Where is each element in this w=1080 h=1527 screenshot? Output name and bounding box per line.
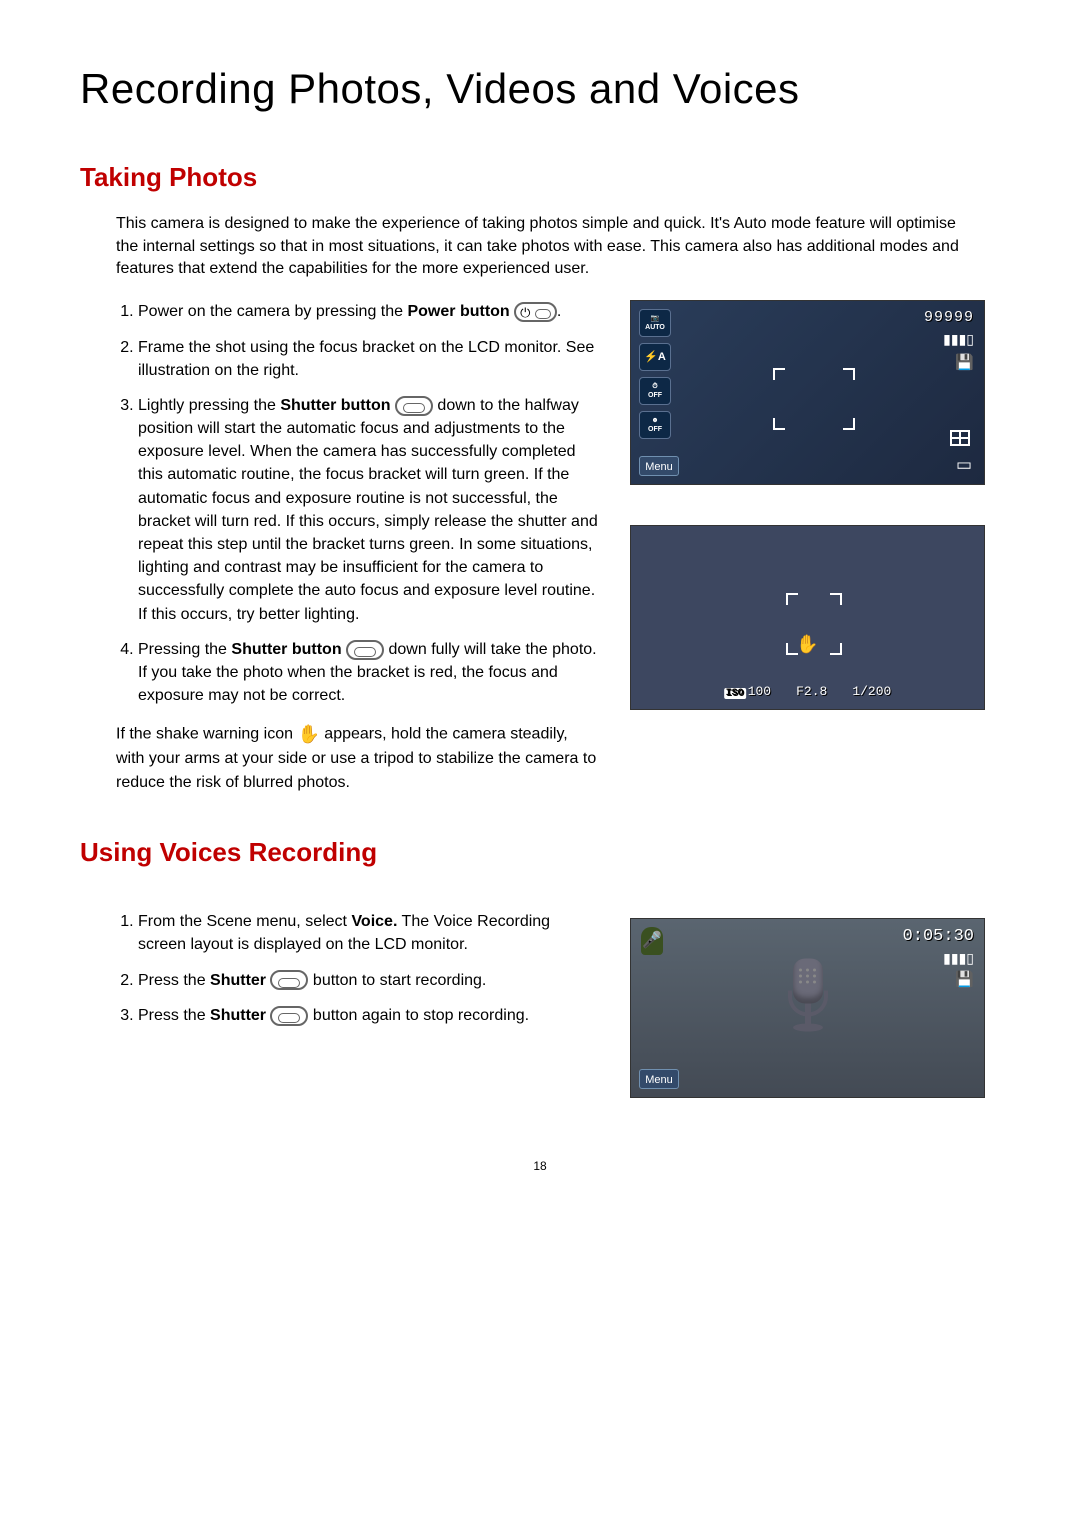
- recording-timer: 0:05:30: [903, 925, 974, 949]
- shake-warning-note: If the shake warning icon ✋ appears, hol…: [116, 721, 600, 793]
- shutter-speed-value: 1/200: [852, 683, 891, 701]
- step-2: Frame the shot using the focus bracket o…: [138, 336, 600, 382]
- voice-step-3: Press the Shutter button again to stop r…: [138, 1004, 600, 1027]
- shutter-label: Shutter: [210, 1007, 266, 1024]
- power-button-label: Power button: [407, 303, 509, 320]
- step-3-text-a: Lightly pressing the: [138, 397, 280, 414]
- menu-button: Menu: [639, 1069, 679, 1089]
- step-1: Power on the camera by pressing the Powe…: [138, 300, 600, 323]
- shake-warning-icon: ✋: [297, 721, 319, 747]
- lcd-preview-photo: 📷AUTO ⚡A ⏱OFF ☻OFF Menu 99999 ▮▮▮▯ 💾 ▭: [630, 300, 985, 485]
- voice-step-2: Press the Shutter button to start record…: [138, 969, 600, 992]
- step-4-text-a: Pressing the: [138, 641, 231, 658]
- voice-bold: Voice.: [351, 913, 397, 930]
- flash-auto-icon: ⚡A: [639, 343, 671, 371]
- shutter-label: Shutter: [210, 972, 266, 989]
- shake-warning-icon-lcd: ✋: [796, 632, 818, 657]
- shutter-button-icon: [270, 970, 308, 990]
- step-1-text-a: Power on the camera by pressing the: [138, 303, 407, 320]
- voice-step-1: From the Scene menu, select Voice. The V…: [138, 910, 600, 956]
- iso-value: ISO100: [724, 683, 771, 701]
- battery-icon: ▮▮▮▯: [943, 949, 974, 969]
- intro-paragraph: This camera is designed to make the expe…: [116, 213, 964, 280]
- shutter-button-icon: [270, 1006, 308, 1026]
- microphone-graphic: [778, 959, 838, 1049]
- step-1-text-c: .: [557, 303, 561, 320]
- page-title: Recording Photos, Videos and Voices: [80, 60, 1000, 119]
- step-3-text-c: down to the halfway position will start …: [138, 397, 598, 623]
- shots-remaining: 99999: [924, 307, 974, 328]
- mode-auto-icon: 📷AUTO: [639, 309, 671, 337]
- section-heading-taking-photos: Taking Photos: [80, 159, 1000, 195]
- shake-note-a: If the shake warning icon: [116, 726, 297, 743]
- lcd-preview-halfpress: ✋ ISO100 F2.8 1/200: [630, 525, 985, 710]
- step-3: Lightly pressing the Shutter button down…: [138, 394, 600, 626]
- shutter-button-label-2: Shutter button: [231, 641, 341, 658]
- page-number: 18: [80, 1158, 1000, 1175]
- selftimer-off-icon: ⏱OFF: [639, 377, 671, 405]
- face-off-icon: ☻OFF: [639, 411, 671, 439]
- power-button-icon: ⏻: [514, 302, 557, 322]
- step-4: Pressing the Shutter button down fully w…: [138, 638, 600, 708]
- shutter-button-icon: [395, 396, 433, 416]
- card-icon: 💾: [924, 352, 974, 373]
- aspect-icon: ▭: [956, 453, 974, 477]
- lcd-voice-recording: 🎤 0:05:30 ▮▮▮▯ 💾 Menu: [630, 918, 985, 1098]
- af-point-indicator: [950, 430, 970, 446]
- battery-icon: ▮▮▮▯: [924, 330, 974, 350]
- menu-button: Menu: [639, 456, 679, 476]
- shutter-button-icon: [346, 640, 384, 660]
- section-heading-voice-recording: Using Voices Recording: [80, 834, 1000, 870]
- voice-mode-icon: 🎤: [641, 927, 663, 955]
- aperture-value: F2.8: [796, 683, 827, 701]
- shutter-button-label: Shutter button: [280, 397, 390, 414]
- card-icon: 💾: [955, 969, 974, 990]
